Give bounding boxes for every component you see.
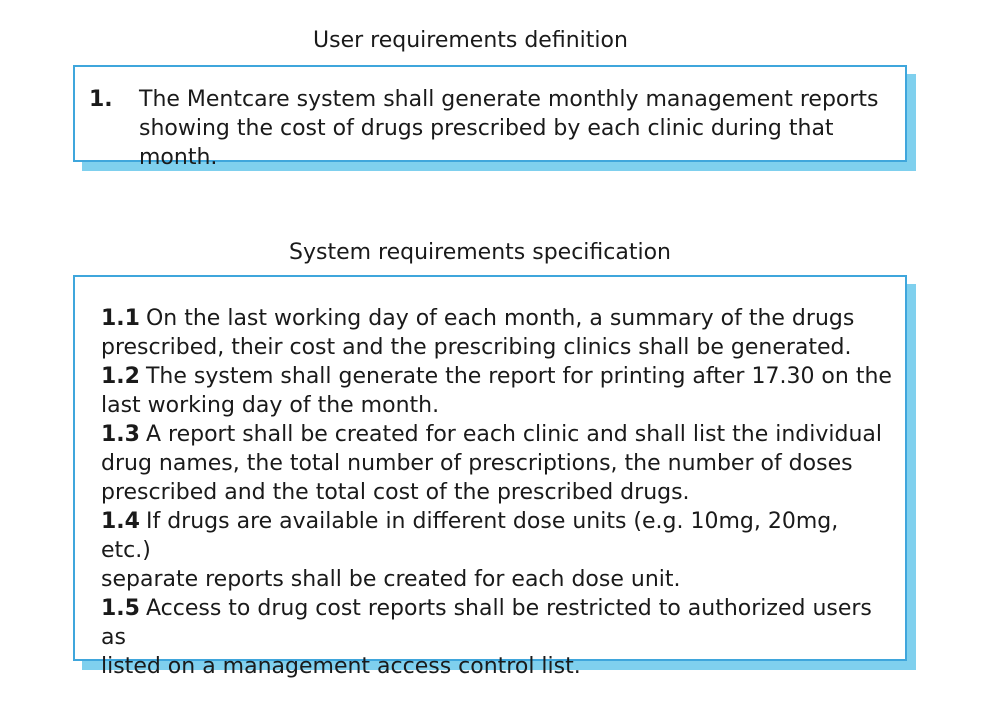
requirement-number: 1. (89, 87, 113, 112)
system-requirement-item: 1.5 Access to drug cost reports shall be … (101, 594, 895, 681)
user-requirements-title: User requirements definition (313, 28, 628, 53)
requirement-text: The Mentcare system shall generate month… (139, 87, 879, 170)
requirement-text: The system shall generate the report for… (101, 364, 892, 418)
requirement-number: 1.3 (101, 422, 140, 447)
requirement-text: Access to drug cost reports shall be res… (101, 596, 872, 679)
requirement-text: On the last working day of each month, a… (101, 306, 855, 360)
system-requirements-box: 1.1 On the last working day of each month… (73, 275, 907, 679)
requirement-number: 1.5 (101, 596, 140, 621)
requirement-number: 1.1 (101, 306, 140, 331)
requirement-number: 1.2 (101, 364, 140, 389)
system-requirement-item: 1.3 A report shall be created for each cl… (101, 420, 895, 507)
system-requirements-title: System requirements specification (289, 240, 671, 265)
user-requirement-item: 1. The Mentcare system shall generate mo… (89, 85, 895, 172)
requirement-text: A report shall be created for each clini… (101, 422, 883, 505)
system-requirements-list: 1.1 On the last working day of each month… (101, 304, 895, 681)
system-requirement-item: 1.1 On the last working day of each month… (101, 304, 895, 362)
user-requirements-box: 1. The Mentcare system shall generate mo… (73, 65, 907, 170)
requirement-number: 1.4 (101, 509, 140, 534)
requirement-text: If drugs are available in different dose… (101, 509, 839, 592)
system-requirement-item: 1.4 If drugs are available in different d… (101, 507, 895, 594)
system-requirement-item: 1.2 The system shall generate the report … (101, 362, 895, 420)
